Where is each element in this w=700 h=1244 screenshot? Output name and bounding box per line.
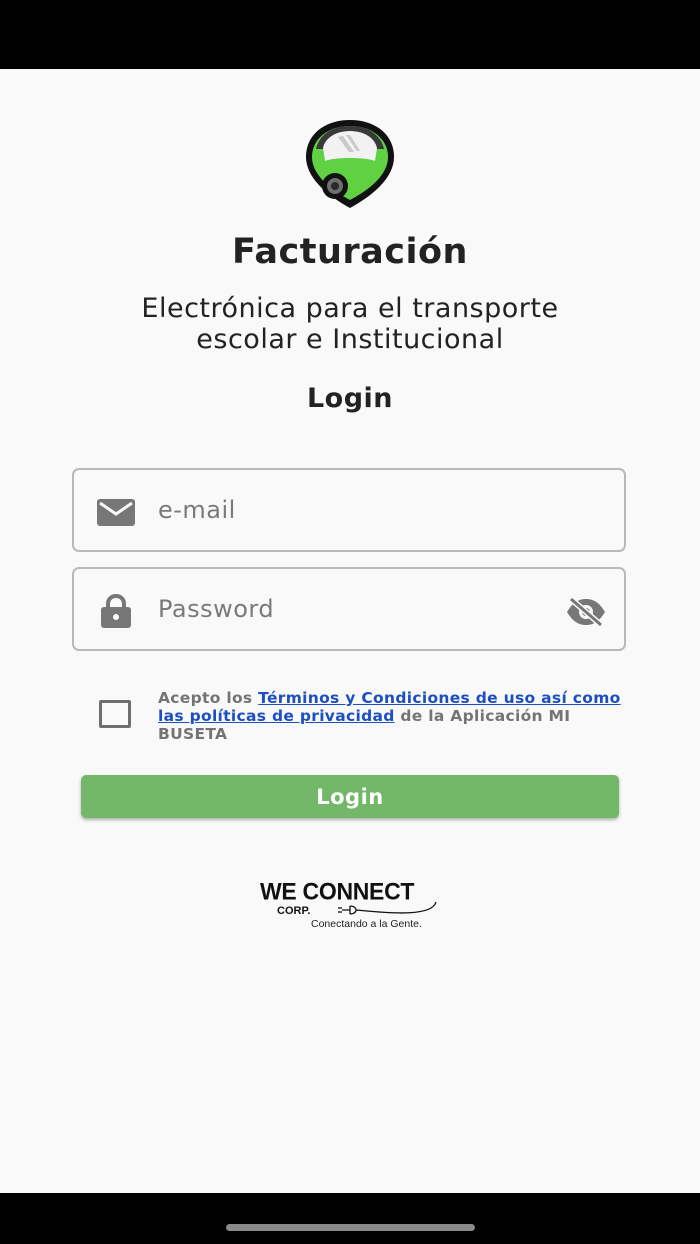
login-button[interactable]: Login [81,775,619,818]
subtitle-line-1: Electrónica para el transporte [141,293,559,324]
eye-off-icon[interactable] [565,597,607,627]
terms-checkbox[interactable] [99,700,131,728]
mail-icon [97,499,135,526]
password-field[interactable] [72,567,626,651]
password-input[interactable] [158,569,518,649]
email-field[interactable] [72,468,626,552]
subtitle-line-2: escolar e Institucional [196,324,504,355]
terms-prefix: Acepto los [158,689,259,707]
status-bar [0,0,700,69]
page-title: Facturación [232,232,468,272]
plug-icon [338,901,437,915]
login-heading: Login [306,383,394,414]
terms-text: Acepto los Términos y Condiciones de uso… [158,689,628,743]
home-indicator[interactable] [226,1224,475,1231]
bottom-bar [0,1193,700,1244]
brand-tagline: Conectando a la Gente. [311,918,422,930]
app-logo [306,120,394,208]
page-subtitle: Electrónica para el transporte escolar e… [0,293,700,355]
email-input[interactable] [158,470,538,550]
lock-icon [101,594,131,628]
company-logo: WE CONNECT CORP. Conectando a la Gente. [258,877,444,936]
brand-corp: CORP. [277,905,311,917]
